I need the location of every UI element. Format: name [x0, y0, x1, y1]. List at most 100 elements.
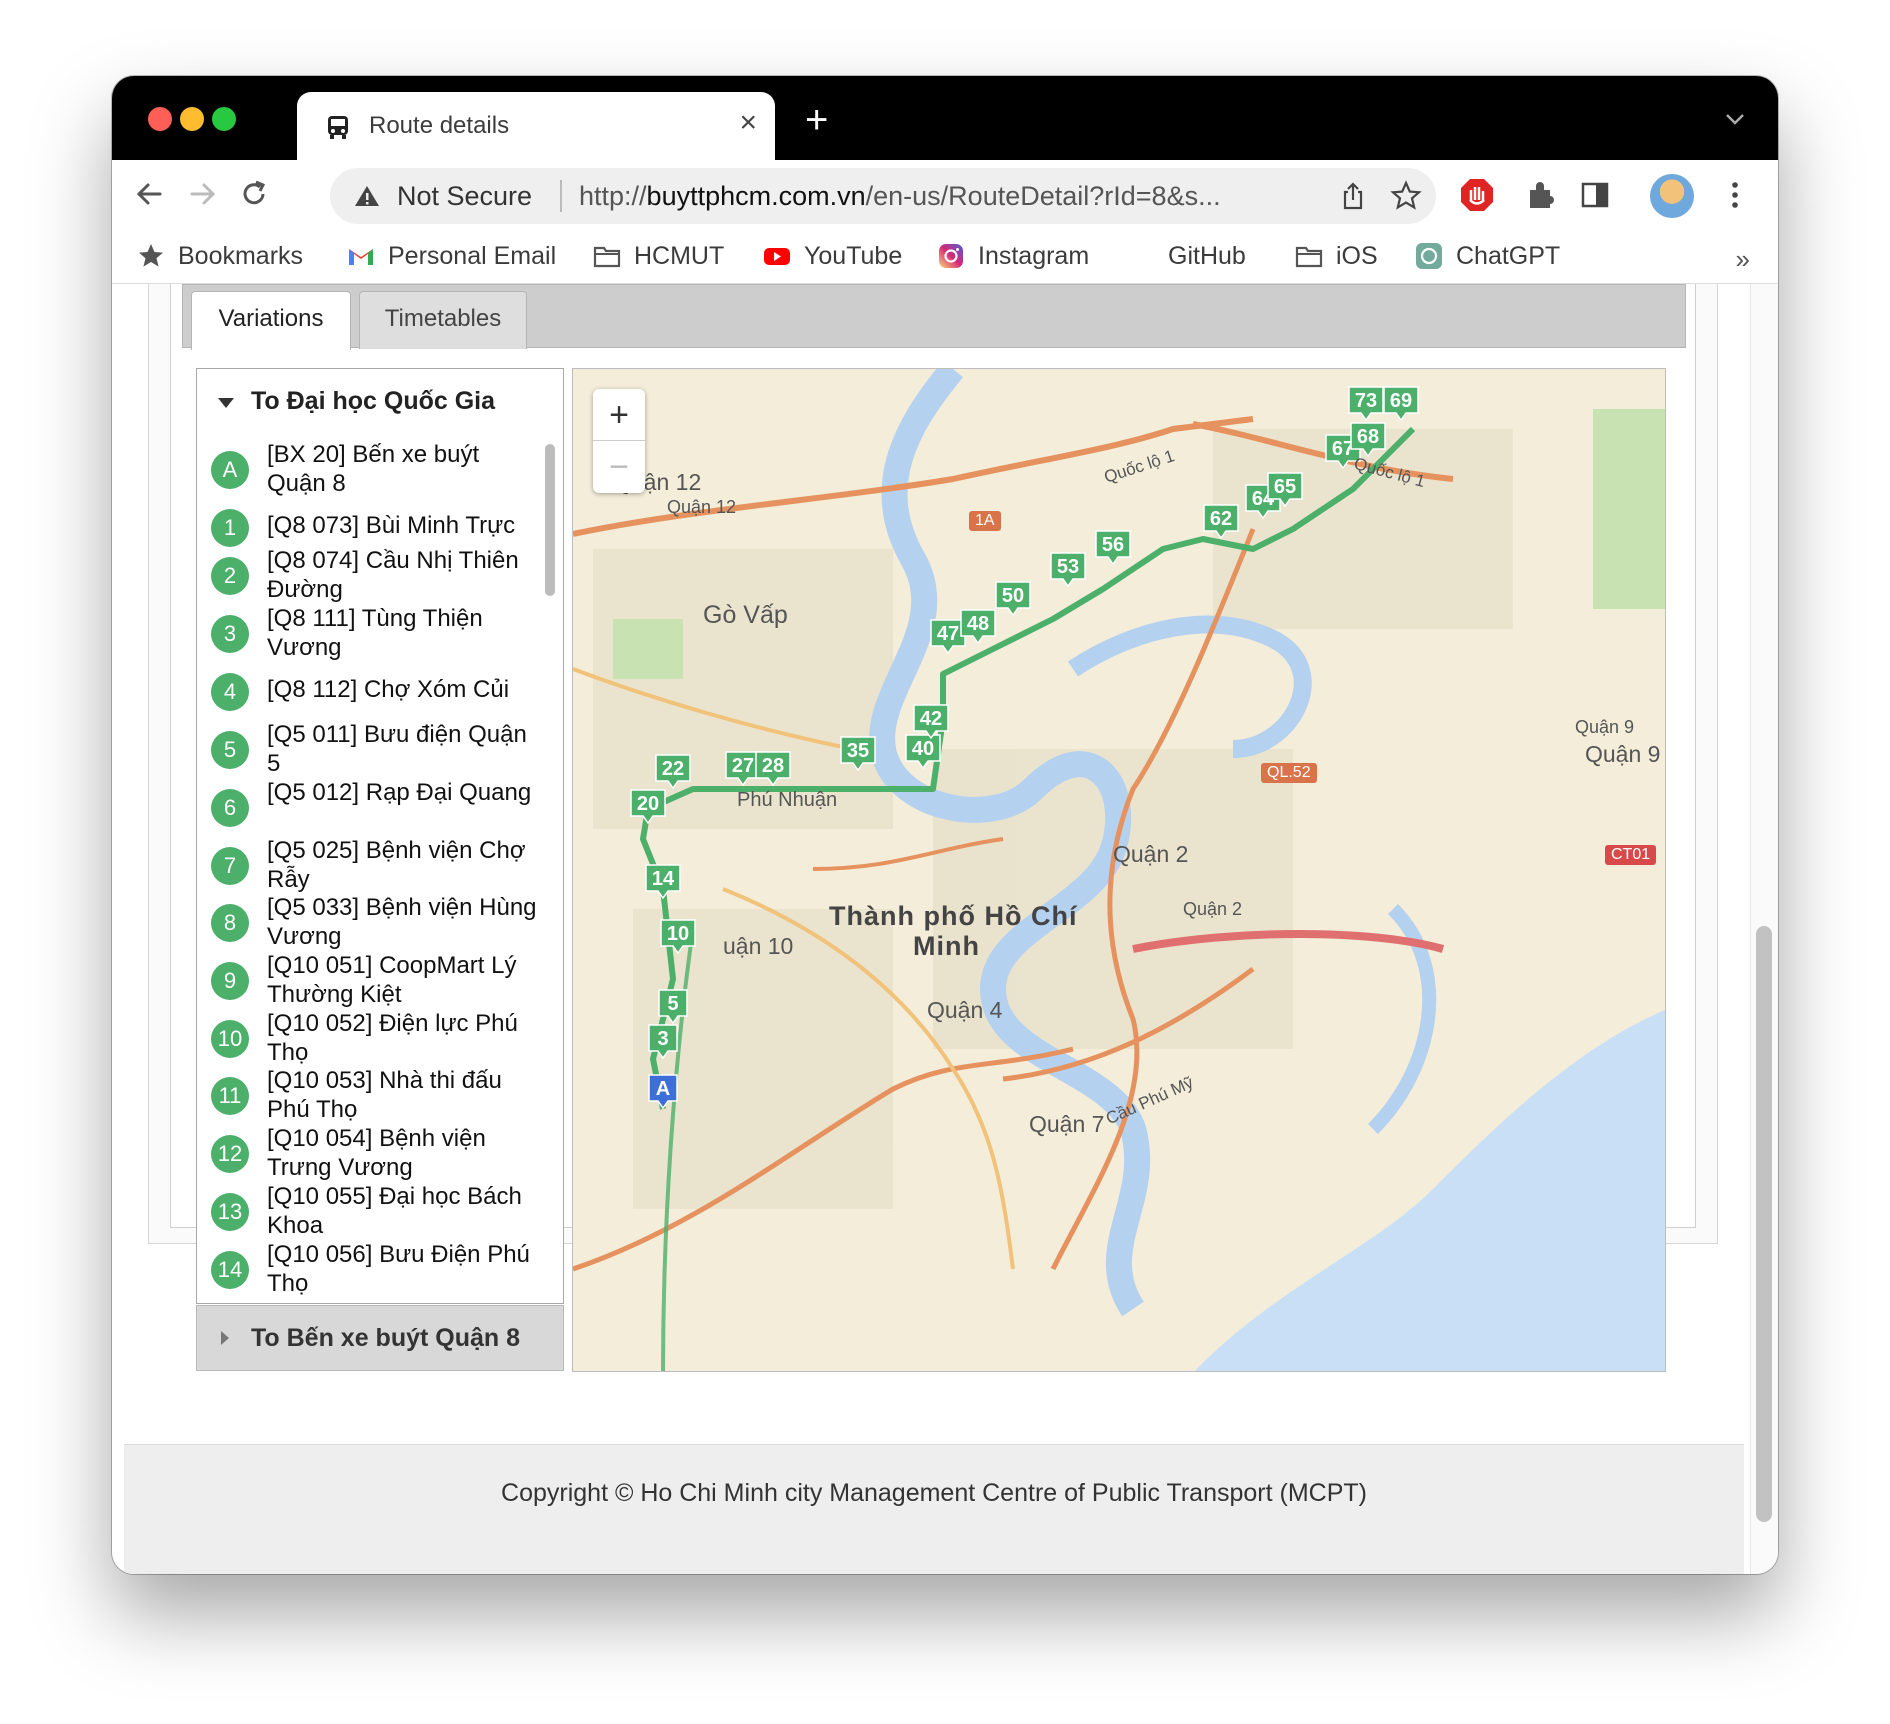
list-item[interactable]: 6 [Q5 012] Rạp Đại Quang	[211, 778, 541, 834]
list-item[interactable]: 3 [Q8 111] Tùng Thiện Vương	[211, 604, 541, 661]
folder-icon	[593, 246, 621, 268]
stop-marker-label: 73	[1355, 390, 1377, 412]
map-label-quan2: Quận 2	[1113, 841, 1189, 867]
list-item[interactable]: 2 [Q8 074] Cầu Nhị Thiên Đường	[211, 546, 541, 603]
stop-marker-label: 10	[667, 923, 689, 945]
list-item[interactable]: 11 [Q10 053] Nhà thi đấu Phú Thọ	[211, 1066, 541, 1123]
zoom-window-button[interactable]	[212, 107, 236, 131]
map-label-quan9: Quận 9	[1585, 741, 1661, 767]
page-footer: Copyright © Ho Chi Minh city Management …	[124, 1444, 1744, 1574]
browser-window: Route details × + Not Secure http://buyt…	[112, 76, 1778, 1574]
stop-list[interactable]: A [BX 20] Bến xe buýt Quận 8 1 [Q8 073] Bù…	[196, 434, 564, 1304]
bookmark-label: Bookmarks	[178, 241, 304, 270]
list-item[interactable]: 10 [Q10 052] Điện lực Phú Thọ	[211, 1009, 541, 1066]
stop-name: [Q8 073] Bùi Minh Trực	[267, 512, 516, 539]
extensions-icon[interactable]	[1522, 176, 1560, 214]
address-bar[interactable]: Not Secure http://buyttphcm.com.vn/en-us…	[330, 168, 1436, 224]
map-label-phunhuan: Phú Nhuận	[737, 789, 838, 811]
bookmark-bookmarks[interactable]: Bookmarks	[136, 238, 303, 274]
stop-marker-label: 28	[762, 755, 784, 777]
bookmark-label: Instagram	[978, 241, 1090, 270]
profile-avatar[interactable]	[1650, 174, 1694, 218]
map-canvas[interactable]: A3510142022 27 2835 404247 48505356626465676…	[573, 369, 1666, 1372]
security-status[interactable]: Not Secure	[397, 181, 532, 212]
stop-marker-label: A	[656, 1078, 670, 1100]
list-item[interactable]: 9 [Q10 051] CoopMart Lý Thường Kiệt	[211, 951, 541, 1008]
bookmark-instagram[interactable]: Instagram	[936, 238, 1089, 274]
stop-marker-label: 27	[732, 755, 754, 777]
map-label-city-line2: Minh	[913, 931, 980, 961]
stop-name: [Q5 025] Bệnh viện Chợ Rẫy	[267, 837, 526, 893]
variation-header-expanded[interactable]: To Đại học Quốc Gia	[196, 368, 564, 435]
chevron-down-icon[interactable]	[1722, 106, 1748, 132]
stop-name: [Q5 033] Bệnh viện Hùng Vương	[267, 894, 537, 950]
bookmark-chatgpt[interactable]: ChatGPT	[1414, 238, 1560, 274]
list-item[interactable]: 12 [Q10 054] Bệnh viện Trưng Vương	[211, 1124, 541, 1181]
forward-arrow-icon[interactable]	[182, 174, 222, 214]
bookmark-hcmut[interactable]: HCMUT	[592, 238, 724, 274]
stop-name: [Q10 052] Điện lực Phú Thọ	[267, 1010, 518, 1066]
bookmark-personal-email[interactable]: Personal Email	[346, 238, 556, 274]
tab-variations[interactable]: Variations	[191, 291, 351, 350]
bookmark-ios[interactable]: iOS	[1294, 238, 1378, 274]
tab-title: Route details	[369, 112, 510, 139]
list-item[interactable]: 8 [Q5 033] Bệnh viện Hùng Vương	[211, 893, 541, 950]
list-item[interactable]: 14 [Q10 056] Bưu Điện Phú Thọ	[211, 1240, 541, 1297]
star-icon	[139, 244, 163, 267]
bookmark-github[interactable]: GitHub	[1126, 238, 1246, 274]
reload-icon[interactable]	[234, 174, 274, 214]
stop-name: [Q10 056] Bưu Điện Phú Thọ	[267, 1241, 530, 1297]
variation-header-collapsed[interactable]: To Bến xe buýt Quận 8	[196, 1305, 564, 1371]
stop-name: [Q8 111] Tùng Thiện Vương	[267, 605, 483, 661]
stop-number-badge: 1	[211, 509, 249, 547]
chatgpt-icon	[1416, 243, 1442, 269]
stop-number-badge: 7	[211, 847, 249, 885]
url-text[interactable]: http://buyttphcm.com.vn/en-us/RouteDetai…	[579, 181, 1221, 212]
stop-marker-label: 69	[1390, 390, 1412, 412]
stop-number-badge: 9	[211, 962, 249, 1000]
variation-title-return: To Bến xe buýt Quận 8	[251, 1324, 521, 1352]
warning-icon[interactable]	[354, 184, 380, 208]
zoom-in-button[interactable]: +	[593, 389, 645, 441]
list-item[interactable]: 13 [Q10 055] Đại học Bách Khoa	[211, 1182, 541, 1239]
bookmark-label: GitHub	[1168, 241, 1246, 270]
bookmark-star-icon[interactable]	[1390, 180, 1422, 212]
minimize-window-button[interactable]	[180, 107, 204, 131]
map-label-quan2-small: Quận 2	[1183, 899, 1243, 919]
page-scrollbar-thumb[interactable]	[1756, 926, 1772, 1522]
more-bookmarks-button[interactable]: »	[1736, 244, 1750, 275]
close-window-button[interactable]	[148, 107, 172, 131]
stop-marker-label: 62	[1210, 508, 1232, 530]
stop-number-badge: 6	[211, 789, 249, 827]
stop-name: [Q10 054] Bệnh viện Trưng Vương	[267, 1125, 486, 1181]
zoom-out-button[interactable]: −	[593, 441, 645, 493]
more-menu-icon[interactable]	[1716, 176, 1754, 214]
stop-list-scrollbar[interactable]	[545, 444, 555, 596]
stop-name: [Q10 051] CoopMart Lý Thường Kiệt	[267, 952, 517, 1008]
stop-name: [Q5 011] Bưu điện Quận 5	[267, 721, 527, 777]
caret-down-icon	[218, 398, 234, 408]
stop-number-badge: 2	[211, 557, 249, 595]
close-tab-icon[interactable]: ×	[739, 106, 757, 140]
github-icon	[1129, 244, 1153, 268]
gmail-icon	[349, 249, 373, 265]
stop-marker-label: 5	[667, 993, 678, 1015]
route-map[interactable]: A 3 5 10 14 20 22 27 28 35 40 42 47 48 50 53 56 62 64 65 67 6…	[572, 368, 1666, 1372]
map-label-quan12-small: Quận 12	[667, 497, 737, 517]
adblock-icon[interactable]	[1458, 176, 1496, 214]
list-item[interactable]: 4 [Q8 112] Chợ Xóm Củi	[211, 662, 541, 718]
list-item[interactable]: 5 [Q5 011] Bưu điện Quận 5	[211, 720, 541, 777]
map-label-govap: Gò Vấp	[703, 601, 788, 629]
map-label-ct01: CT01	[1605, 845, 1657, 865]
side-panel-icon[interactable]	[1576, 176, 1614, 214]
back-arrow-icon[interactable]	[130, 174, 170, 214]
list-item[interactable]: A [BX 20] Bến xe buýt Quận 8	[211, 440, 541, 497]
bookmarks-bar: Bookmarks Personal Email HCMUT YouTube I…	[112, 228, 1778, 284]
bookmark-youtube[interactable]: YouTube	[762, 238, 902, 274]
share-icon[interactable]	[1338, 181, 1368, 211]
list-item[interactable]: 7 [Q5 025] Bệnh viện Chợ Rẫy	[211, 836, 541, 893]
stop-name: [Q10 053] Nhà thi đấu Phú Thọ	[267, 1067, 502, 1123]
browser-tab[interactable]: Route details ×	[297, 92, 775, 160]
tab-timetables[interactable]: Timetables	[359, 291, 527, 349]
new-tab-button[interactable]: +	[805, 100, 828, 140]
